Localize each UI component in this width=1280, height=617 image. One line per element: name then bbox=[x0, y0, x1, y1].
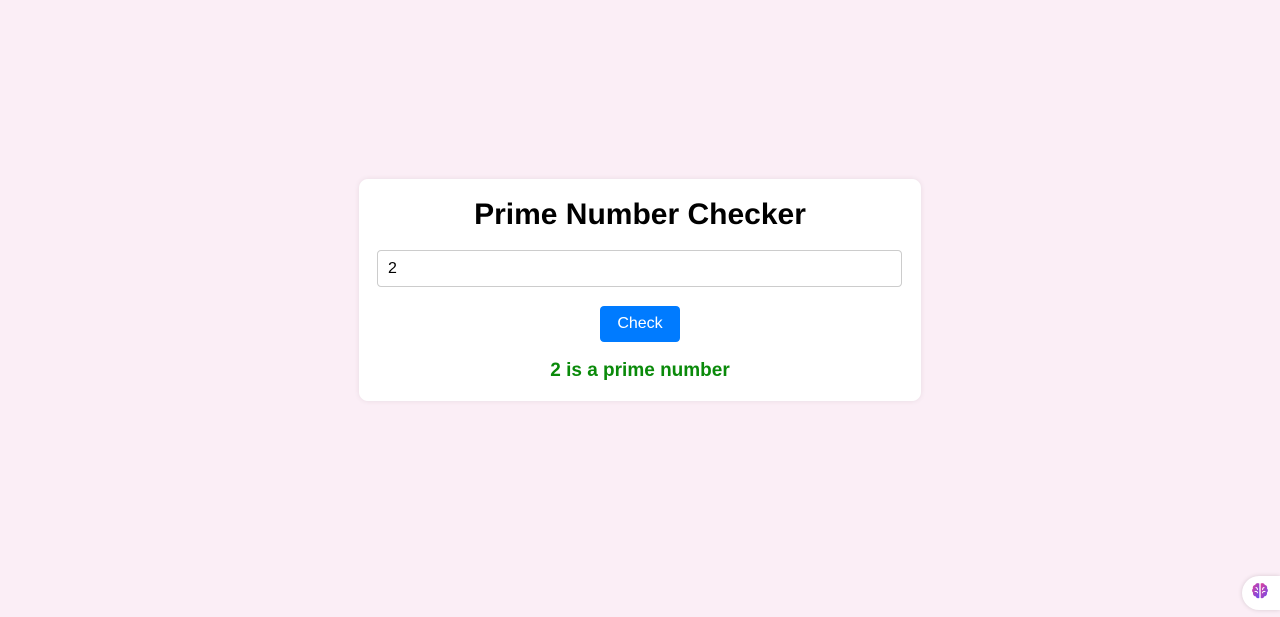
brain-icon bbox=[1250, 581, 1270, 606]
page: Prime Number Checker Check 2 is a prime … bbox=[0, 0, 1280, 617]
number-input[interactable] bbox=[377, 250, 902, 287]
result-message: 2 is a prime number bbox=[550, 360, 730, 381]
page-title: Prime Number Checker bbox=[474, 198, 806, 231]
checker-card: Prime Number Checker Check 2 is a prime … bbox=[359, 179, 921, 401]
assistant-widget-button[interactable] bbox=[1242, 576, 1280, 610]
check-button[interactable]: Check bbox=[600, 306, 680, 342]
